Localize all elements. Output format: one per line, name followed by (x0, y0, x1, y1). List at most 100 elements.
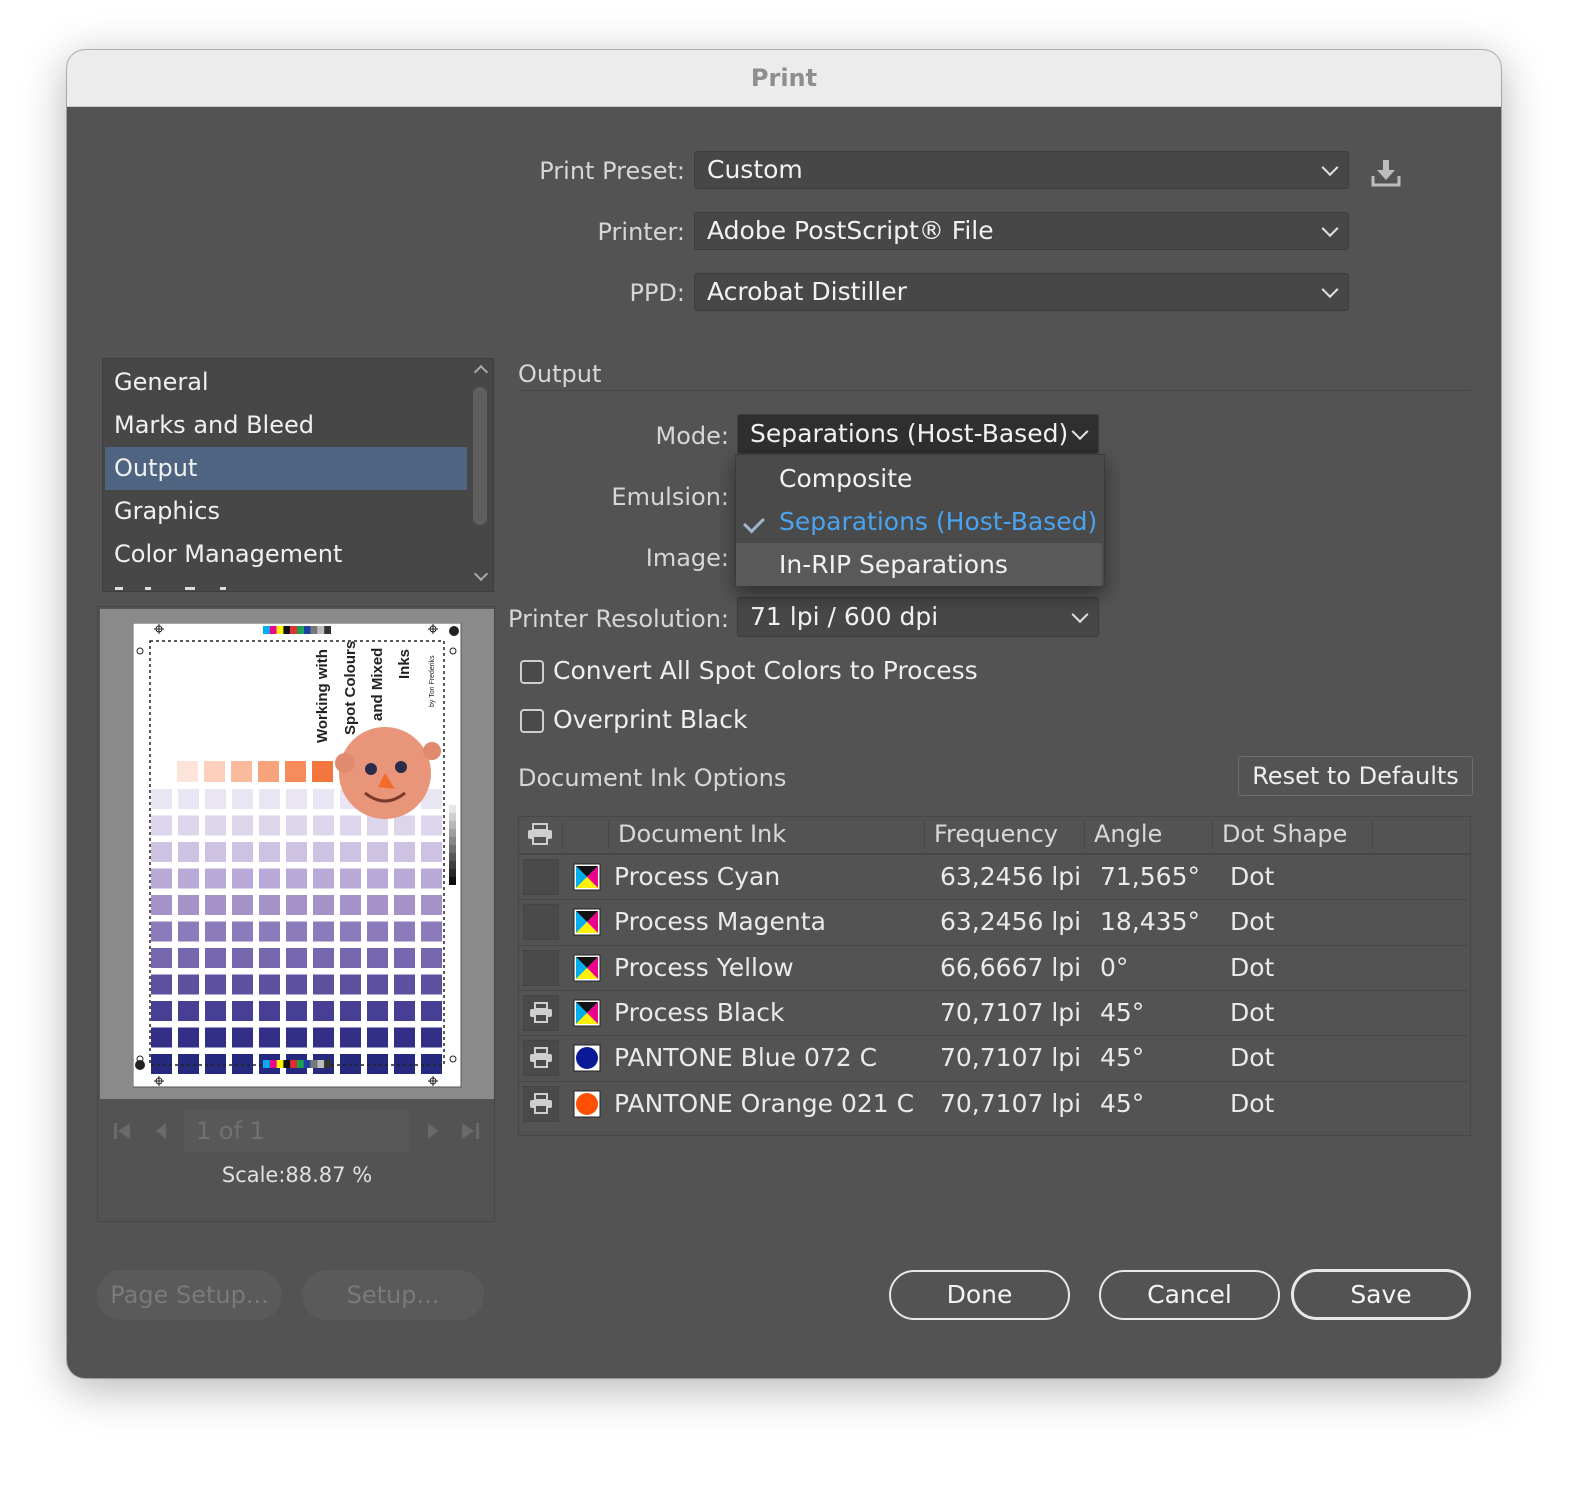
table-row[interactable]: Process Yellow 66,6667 lpi 0° Dot (519, 944, 1469, 991)
ink-angle: 45° (1100, 1088, 1145, 1118)
ink-options-title: Document Ink Options (518, 764, 787, 792)
chevron-down-icon (1321, 220, 1339, 238)
sidebar-item-output[interactable]: Output (105, 447, 467, 490)
process-ink-swatch-icon (573, 999, 601, 1027)
print-preset-select[interactable]: Custom (694, 151, 1349, 189)
page-preview-image: Working with Spot Colours and Mixed Inks… (133, 623, 462, 1088)
print-ink-toggle[interactable] (523, 949, 559, 986)
save-button[interactable]: Save (1291, 1269, 1471, 1320)
sidebar-item-cut-off (115, 585, 235, 591)
sidebar-item-graphics[interactable]: Graphics (105, 490, 467, 533)
printer-select[interactable]: Adobe PostScript® File (694, 212, 1349, 250)
mode-dropdown-menu: Composite Separations (Host-Based) In-RI… (735, 454, 1105, 586)
print-ink-toggle[interactable] (523, 994, 559, 1031)
page-setup-button[interactable]: Page Setup... (97, 1270, 282, 1320)
ppd-select[interactable]: Acrobat Distiller (694, 273, 1349, 311)
sidebar-item-general[interactable]: General (105, 361, 467, 404)
chevron-down-icon (1071, 606, 1089, 624)
table-row[interactable]: PANTONE Blue 072 C 70,7107 lpi 45° Dot (519, 1035, 1469, 1081)
mode-select[interactable]: Separations (Host-Based) (737, 414, 1099, 454)
cancel-button[interactable]: Cancel (1099, 1270, 1280, 1320)
ink-frequency: 63,2456 lpi (940, 907, 1082, 937)
mode-value: Separations (Host-Based) (750, 419, 1069, 448)
table-row[interactable]: PANTONE Orange 021 C 70,7107 lpi 45° Dot (519, 1080, 1469, 1127)
ink-table-header: Document Ink Frequency Angle Dot Shape (519, 817, 1470, 855)
printer-icon[interactable] (527, 823, 553, 845)
spot-ink-swatch-icon (573, 1044, 601, 1072)
ink-angle: 45° (1100, 997, 1145, 1027)
table-row[interactable]: Process Magenta 63,2456 lpi 18,435° Dot (519, 899, 1469, 945)
ink-angle: 45° (1100, 1043, 1145, 1073)
overprint-black-checkbox[interactable] (520, 709, 544, 733)
ink-name: Process Magenta (614, 907, 826, 937)
ink-frequency: 70,7107 lpi (940, 1043, 1082, 1073)
ink-frequency: 63,2456 lpi (940, 862, 1082, 891)
preview-area: Working with Spot Colours and Mixed Inks… (100, 609, 494, 1099)
ink-dot-shape: Dot (1230, 1043, 1275, 1073)
next-page-icon[interactable] (428, 1123, 438, 1139)
page-number-field[interactable]: 1 of 1 (184, 1110, 410, 1152)
ink-name: Process Cyan (614, 862, 781, 891)
print-preset-label: Print Preset: (539, 157, 685, 185)
print-dialog: Print Print Preset: Custom Printer: Adob… (67, 50, 1501, 1378)
doc-title-line-1: Working with (314, 649, 331, 743)
menu-item-separations-host-based[interactable]: Separations (Host-Based) (736, 500, 1102, 543)
column-header-frequency[interactable]: Frequency (934, 820, 1058, 848)
output-section-title: Output (518, 360, 602, 388)
last-page-icon[interactable] (462, 1120, 484, 1142)
sidebar-item-color-management[interactable]: Color Management (105, 533, 467, 576)
doc-title-line-3: and Mixed (369, 648, 386, 721)
print-ink-toggle[interactable] (523, 1085, 559, 1122)
ink-name: Process Black (614, 997, 785, 1027)
convert-spot-colors-checkbox[interactable] (520, 660, 544, 684)
sidebar-scrollbar[interactable] (469, 359, 491, 591)
ink-frequency: 70,7107 lpi (940, 1088, 1082, 1118)
overprint-black-label: Overprint Black (553, 705, 748, 734)
printer-resolution-value: 71 lpi / 600 dpi (750, 602, 939, 631)
sidebar-item-marks-and-bleed[interactable]: Marks and Bleed (105, 404, 467, 447)
printer-value: Adobe PostScript® File (707, 216, 994, 245)
menu-item-in-rip-separations[interactable]: In-RIP Separations (736, 543, 1102, 586)
ink-dot-shape: Dot (1230, 862, 1275, 891)
process-ink-swatch-icon (573, 954, 601, 982)
chevron-down-icon (1321, 159, 1339, 177)
column-header-ink[interactable]: Document Ink (618, 820, 786, 848)
download-icon[interactable] (1369, 158, 1403, 188)
ink-name: PANTONE Blue 072 C (614, 1043, 878, 1073)
reset-to-defaults-button[interactable]: Reset to Defaults (1238, 756, 1473, 796)
column-header-angle[interactable]: Angle (1094, 820, 1162, 848)
previous-page-icon[interactable] (156, 1123, 166, 1139)
ink-frequency: 70,7107 lpi (940, 997, 1082, 1027)
setup-button[interactable]: Setup... (302, 1270, 484, 1320)
process-ink-swatch-icon (573, 863, 601, 891)
process-ink-swatch-icon (573, 908, 601, 936)
image-label: Image: (645, 544, 729, 572)
spot-ink-swatch-icon (573, 1090, 601, 1118)
checkmark-icon (743, 511, 765, 534)
chevron-down-icon (1071, 423, 1089, 441)
printer-resolution-select[interactable]: 71 lpi / 600 dpi (737, 597, 1099, 637)
table-row[interactable]: Process Black 70,7107 lpi 45° Dot (519, 989, 1469, 1036)
scale-readout: Scale:88.87 % (221, 1163, 373, 1187)
done-button[interactable]: Done (889, 1270, 1070, 1320)
ink-table: Document Ink Frequency Angle Dot Shape P… (518, 816, 1471, 1136)
doc-title-line-2: Spot Colours (342, 641, 359, 735)
table-row[interactable]: Process Cyan 63,2456 lpi 71,565° Dot (519, 854, 1469, 900)
print-ink-toggle[interactable] (523, 1040, 559, 1077)
printer-resolution-label: Printer Resolution: (508, 605, 729, 633)
first-page-icon[interactable] (112, 1120, 134, 1142)
chevron-down-icon (1321, 281, 1339, 299)
doc-title-line-4: Inks (396, 649, 413, 679)
dialog-title: Print (67, 50, 1501, 107)
category-list: General Marks and Bleed Output Graphics … (102, 358, 494, 592)
ink-name: Process Yellow (614, 952, 794, 982)
print-ink-toggle[interactable] (523, 904, 559, 941)
print-preset-value: Custom (707, 155, 803, 184)
column-header-dot-shape[interactable]: Dot Shape (1222, 820, 1347, 848)
menu-item-composite[interactable]: Composite (736, 457, 1102, 500)
print-ink-toggle[interactable] (523, 859, 559, 895)
mode-label: Mode: (655, 422, 729, 450)
ink-dot-shape: Dot (1230, 1088, 1275, 1118)
convert-spot-colors-label: Convert All Spot Colors to Process (553, 656, 978, 685)
menu-item-label: Separations (Host-Based) (779, 507, 1098, 536)
